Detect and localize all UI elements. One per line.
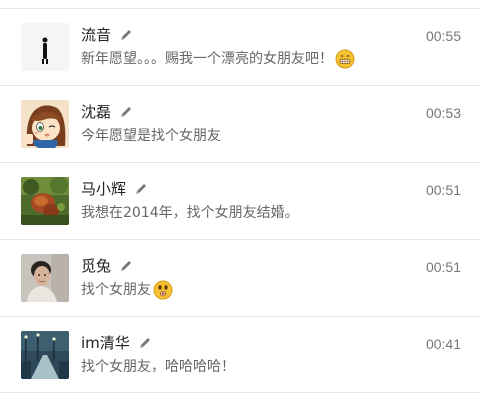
pencil-icon[interactable] (119, 28, 133, 42)
silhouette-avatar-image (21, 23, 69, 71)
pencil-icon[interactable] (119, 105, 133, 119)
avatar[interactable] (21, 177, 69, 225)
pencil-icon[interactable] (119, 259, 133, 273)
message-list-panel: 流音 新年愿望。。。赐我一个漂亮的女朋友吧！ 00:55 沈磊 今年愿望是找个女… (0, 0, 481, 409)
anime-girl-avatar-image (21, 100, 69, 148)
pencil-icon[interactable] (138, 336, 152, 350)
message-content: 新年愿望。。。赐我一个漂亮的女朋友吧！ (81, 51, 333, 67)
person-photo-avatar-image (21, 254, 69, 302)
list-item[interactable]: 马小辉 我想在2014年，找个女朋友结婚。 00:51 (0, 162, 481, 239)
message-text: 今年愿望是找个女朋友 (81, 126, 221, 146)
name-line: 马小辉 (81, 179, 148, 199)
list-item[interactable]: 沈磊 今年愿望是找个女朋友 00:53 (0, 85, 481, 162)
user-name[interactable]: 马小辉 (81, 179, 126, 199)
name-line: 流音 (81, 25, 133, 45)
message-text: 找个女朋友 (81, 280, 173, 300)
grin-emoji-icon (335, 49, 355, 69)
message-text: 找个女朋友，哈哈哈哈！ (81, 357, 235, 377)
top-spacer (0, 0, 481, 8)
timestamp: 00:51 (425, 182, 461, 198)
name-line: 觅兔 (81, 256, 133, 276)
avatar[interactable] (21, 23, 69, 71)
timestamp: 00:51 (425, 259, 461, 275)
timestamp: 00:41 (425, 336, 461, 352)
user-name[interactable]: im清华 (81, 333, 130, 353)
message-text: 新年愿望。。。赐我一个漂亮的女朋友吧！ (81, 49, 355, 69)
user-name[interactable]: 流音 (81, 25, 111, 45)
avatar[interactable] (21, 100, 69, 148)
message-text: 我想在2014年，找个女朋友结婚。 (81, 203, 299, 223)
pencil-icon[interactable] (134, 182, 148, 196)
street-night-avatar-image (21, 331, 69, 379)
landscape-avatar-image (21, 177, 69, 225)
list-item[interactable]: 觅兔 找个女朋友 00:51 (0, 239, 481, 316)
surprised-emoji-icon (153, 280, 173, 300)
message-content: 找个女朋友 (81, 282, 151, 298)
message-content: 我想在2014年，找个女朋友结婚。 (81, 205, 299, 221)
user-name[interactable]: 沈磊 (81, 102, 111, 122)
user-name[interactable]: 觅兔 (81, 256, 111, 276)
message-content: 找个女朋友，哈哈哈哈！ (81, 359, 235, 375)
feed-list: 流音 新年愿望。。。赐我一个漂亮的女朋友吧！ 00:55 沈磊 今年愿望是找个女… (0, 8, 481, 393)
list-item[interactable]: 流音 新年愿望。。。赐我一个漂亮的女朋友吧！ 00:55 (0, 8, 481, 85)
name-line: im清华 (81, 333, 152, 353)
avatar[interactable] (21, 331, 69, 379)
timestamp: 00:53 (425, 105, 461, 121)
list-item[interactable]: im清华 找个女朋友，哈哈哈哈！ 00:41 (0, 316, 481, 393)
name-line: 沈磊 (81, 102, 133, 122)
message-content: 今年愿望是找个女朋友 (81, 128, 221, 144)
timestamp: 00:55 (425, 28, 461, 44)
avatar[interactable] (21, 254, 69, 302)
